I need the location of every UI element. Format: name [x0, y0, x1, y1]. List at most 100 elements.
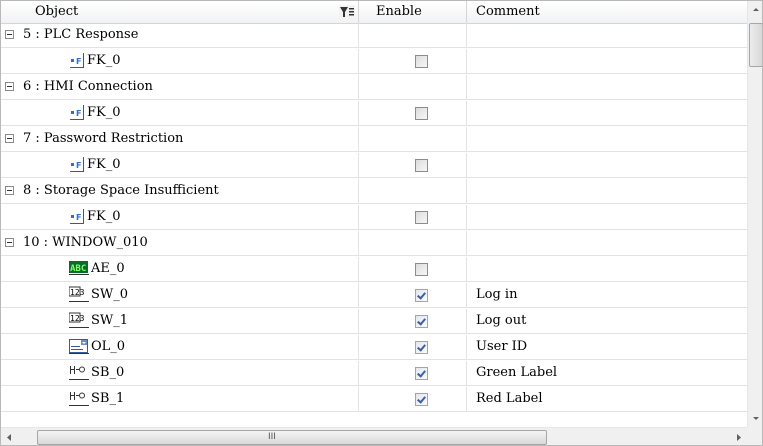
table-row[interactable]: SB_0 Green Label	[1, 361, 747, 386]
comment-cell[interactable]	[467, 23, 747, 47]
scrollbar-corner	[747, 427, 762, 445]
comment-cell[interactable]: Log in	[467, 283, 747, 307]
enable-cell	[359, 23, 467, 47]
object-cell[interactable]: SB_1	[1, 387, 359, 411]
group-row[interactable]: 8 : Storage Space Insufficient	[1, 179, 747, 204]
group-row[interactable]: 6 : HMI Connection	[1, 75, 747, 100]
scroll-grip-icon: III	[268, 432, 276, 442]
object-cell[interactable]: 8 : Storage Space Insufficient	[1, 179, 359, 203]
scroll-down-arrow-icon[interactable]	[748, 410, 763, 427]
group-row[interactable]: 5 : PLC Response	[1, 23, 747, 48]
object-name: AE_0	[91, 261, 125, 276]
table-row[interactable]: 123 SW_0 Log in	[1, 283, 747, 308]
ascii-entry-icon: ABC	[69, 260, 91, 278]
comment-cell[interactable]	[467, 49, 747, 73]
collapse-toggle-icon[interactable]	[5, 238, 14, 247]
object-cell[interactable]: F FK_0	[1, 153, 359, 177]
column-header-object[interactable]: Object	[1, 1, 359, 23]
object-cell[interactable]: OL_0	[1, 335, 359, 359]
table-row[interactable]: F FK_0	[1, 205, 747, 230]
enable-cell	[359, 179, 467, 203]
table-row[interactable]: SB_1 Red Label	[1, 387, 747, 412]
enable-checkbox[interactable]	[415, 289, 428, 302]
object-cell[interactable]: 10 : WINDOW_010	[1, 231, 359, 255]
comment-cell[interactable]: Red Label	[467, 387, 747, 411]
comment-cell[interactable]: User ID	[467, 335, 747, 359]
group-label: 5 : PLC Response	[23, 27, 139, 42]
horizontal-scroll-thumb[interactable]: III	[37, 430, 547, 445]
object-cell[interactable]: SB_0	[1, 361, 359, 385]
table-row[interactable]: F FK_0	[1, 49, 747, 74]
group-row[interactable]: 7 : Password Restriction	[1, 127, 747, 152]
svg-text:F: F	[76, 109, 81, 118]
group-label: 8 : Storage Space Insufficient	[23, 183, 219, 198]
object-name: SW_0	[91, 287, 129, 302]
collapse-toggle-icon[interactable]	[5, 186, 14, 195]
vertical-scroll-thumb[interactable]	[749, 23, 762, 67]
enable-checkbox[interactable]	[415, 107, 428, 120]
svg-text:F: F	[76, 213, 81, 222]
table-row[interactable]: F FK_0	[1, 153, 747, 178]
object-name: FK_0	[87, 157, 121, 172]
scroll-up-arrow-icon[interactable]	[748, 1, 763, 18]
column-header-enable[interactable]: Enable	[359, 1, 467, 23]
comment-cell[interactable]	[467, 257, 747, 281]
comment-text: User ID	[476, 339, 528, 354]
comment-cell[interactable]	[467, 75, 747, 99]
object-name: FK_0	[87, 105, 121, 120]
enable-cell	[359, 387, 467, 411]
comment-cell[interactable]	[467, 101, 747, 125]
object-name: SB_0	[91, 365, 125, 380]
object-name: FK_0	[87, 53, 121, 68]
comment-cell[interactable]: Log out	[467, 309, 747, 333]
enable-checkbox[interactable]	[415, 315, 428, 328]
object-cell[interactable]: 7 : Password Restriction	[1, 127, 359, 151]
group-label: 7 : Password Restriction	[23, 131, 184, 146]
grid-rows: 5 : PLC Response F FK_0 6 : HMI Connection F…	[1, 23, 747, 427]
comment-text: Green Label	[476, 365, 558, 380]
comment-cell[interactable]	[467, 179, 747, 203]
enable-checkbox[interactable]	[415, 211, 428, 224]
filter-icon[interactable]	[339, 5, 355, 19]
object-cell[interactable]: 123 SW_0	[1, 283, 359, 307]
vertical-scrollbar[interactable]	[747, 1, 763, 427]
enable-cell	[359, 101, 467, 125]
grid-header: Object Enable Comment	[1, 1, 747, 24]
svg-text:F: F	[76, 161, 81, 170]
collapse-toggle-icon[interactable]	[5, 82, 14, 91]
group-label: 10 : WINDOW_010	[23, 235, 148, 250]
scroll-right-arrow-icon[interactable]	[730, 428, 747, 446]
collapse-toggle-icon[interactable]	[5, 30, 14, 39]
object-cell[interactable]: ABC AE_0	[1, 257, 359, 281]
table-row[interactable]: ABC AE_0	[1, 257, 747, 282]
table-row[interactable]: F FK_0	[1, 101, 747, 126]
object-cell[interactable]: 5 : PLC Response	[1, 23, 359, 47]
comment-cell[interactable]	[467, 231, 747, 255]
object-cell[interactable]: F FK_0	[1, 49, 359, 73]
enable-checkbox[interactable]	[415, 263, 428, 276]
enable-checkbox[interactable]	[415, 159, 428, 172]
object-cell[interactable]: F FK_0	[1, 205, 359, 229]
object-cell[interactable]: 123 SW_1	[1, 309, 359, 333]
column-header-comment[interactable]: Comment	[467, 1, 747, 23]
table-row[interactable]: OL_0 User ID	[1, 335, 747, 360]
comment-cell[interactable]	[467, 205, 747, 229]
comment-cell[interactable]	[467, 127, 747, 151]
comment-cell[interactable]: Green Label	[467, 361, 747, 385]
object-cell[interactable]: F FK_0	[1, 101, 359, 125]
comment-cell[interactable]	[467, 153, 747, 177]
numeric-switch-icon: 123	[68, 286, 91, 304]
option-list-icon	[69, 338, 91, 356]
horizontal-scrollbar[interactable]: III	[1, 427, 747, 446]
group-row[interactable]: 10 : WINDOW_010	[1, 231, 747, 256]
table-row[interactable]: 123 SW_1 Log out	[1, 309, 747, 334]
enable-checkbox[interactable]	[415, 341, 428, 354]
collapse-toggle-icon[interactable]	[5, 134, 14, 143]
enable-checkbox[interactable]	[415, 393, 428, 406]
enable-checkbox[interactable]	[415, 55, 428, 68]
scroll-left-arrow-icon[interactable]	[1, 428, 18, 446]
object-cell[interactable]: 6 : HMI Connection	[1, 75, 359, 99]
enable-cell	[359, 205, 467, 229]
comment-text: Log in	[476, 287, 518, 302]
enable-checkbox[interactable]	[415, 367, 428, 380]
